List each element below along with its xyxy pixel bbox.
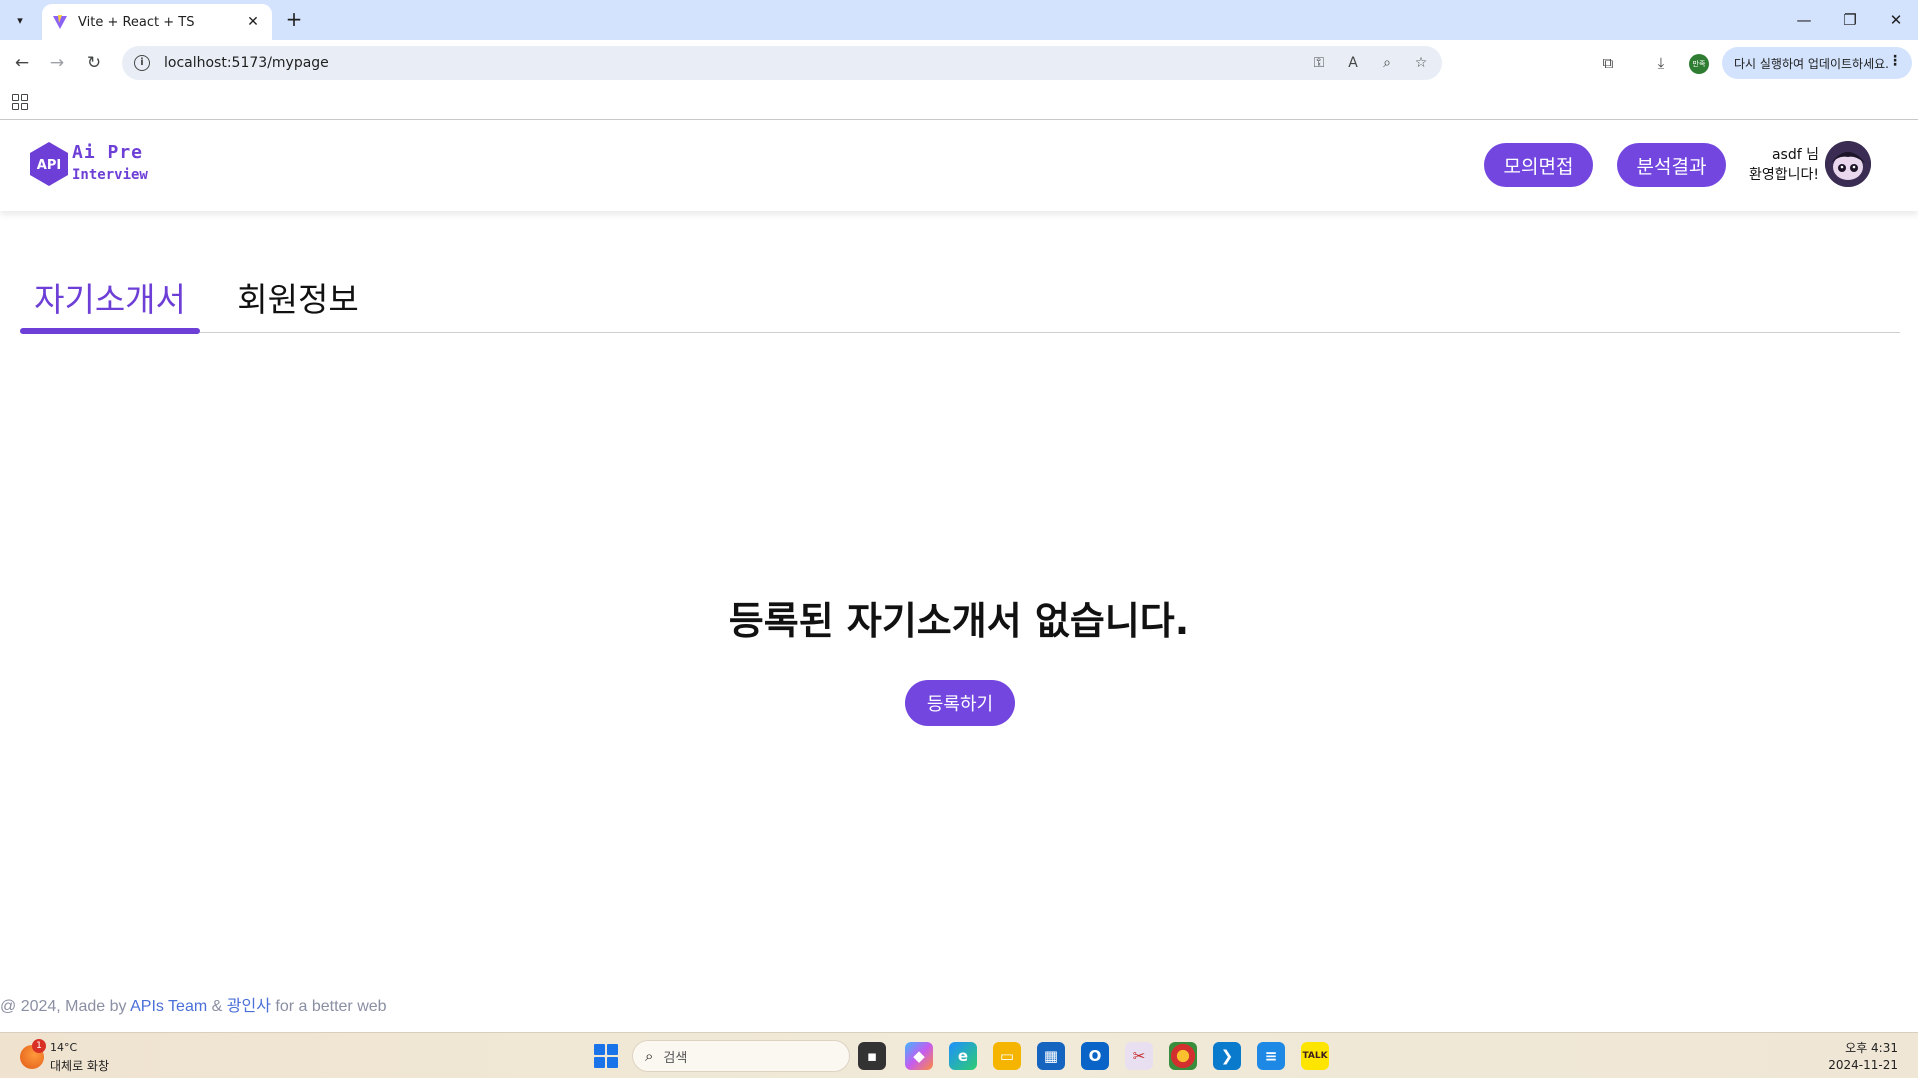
user-avatar[interactable] <box>1825 141 1871 187</box>
system-clock[interactable]: 오후 4:31 2024-11-21 <box>1828 1040 1898 1074</box>
bookmarks-bar <box>0 86 1918 120</box>
site-info-icon[interactable]: i <box>134 55 150 71</box>
download-icon[interactable]: ⤓ <box>1649 51 1673 75</box>
footer-amp: & <box>207 998 227 1015</box>
microsoft-store-icon[interactable]: ▦ <box>1037 1042 1065 1070</box>
url-text: localhost:5173/mypage <box>164 55 329 71</box>
back-button[interactable]: ← <box>8 49 36 77</box>
key-icon[interactable]: ⚿ <box>1308 52 1330 74</box>
snipping-tool-icon[interactable]: ✂ <box>1125 1042 1153 1070</box>
mypage-tabs: 자기소개서 회원정보 <box>20 258 1900 334</box>
copilot-icon[interactable]: ◆ <box>905 1042 933 1070</box>
browser-toolbar: ← → ↻ i localhost:5173/mypage ⚿ A ⌕ ☆ ⧉ … <box>0 40 1918 86</box>
welcome-message: asdf 님 환영합니다! <box>1745 145 1819 185</box>
update-button[interactable]: 다시 실행하여 업데이트하세요. ⋮ <box>1722 47 1912 79</box>
welcome-greeting: 환영합니다! <box>1748 167 1819 183</box>
logo-line-2: Interview <box>72 167 148 183</box>
kakaotalk-icon[interactable]: TALK <box>1301 1042 1329 1070</box>
weather-badge: 1 <box>32 1039 46 1053</box>
profile-avatar[interactable]: 만족 <box>1689 54 1709 74</box>
browser-tab-strip: ▾ Vite + React + TS ✕ + — ❐ ✕ <box>0 0 1918 40</box>
close-window-button[interactable]: ✕ <box>1874 6 1918 34</box>
weather-temperature[interactable]: 14°C <box>50 1041 77 1054</box>
translate-icon[interactable]: A <box>1342 52 1364 74</box>
footer-partner-link[interactable]: 광인사 <box>227 998 271 1015</box>
windows-start-icon[interactable] <box>594 1044 618 1068</box>
restore-button[interactable]: ❐ <box>1828 6 1872 34</box>
footer-prefix: @ 2024, Made by <box>0 998 131 1015</box>
notepad-icon[interactable]: ≡ <box>1257 1042 1285 1070</box>
mock-interview-button[interactable]: 모의면접 <box>1484 143 1593 187</box>
search-icon: ⌕ <box>645 1047 654 1065</box>
apps-grid-icon[interactable] <box>12 94 28 110</box>
analysis-result-button[interactable]: 분석결과 <box>1617 143 1726 187</box>
extensions-icon[interactable]: ⧉ <box>1596 51 1620 75</box>
welcome-username: asdf 님 <box>1771 147 1819 163</box>
reload-button[interactable]: ↻ <box>80 49 108 77</box>
footer-team-link[interactable]: APIs Team <box>130 998 207 1015</box>
site-header: API Ai Pre Interview 모의면접 분석결과 asdf 님 환영… <box>0 121 1918 211</box>
update-label: 다시 실행하여 업데이트하세요. <box>1734 56 1889 71</box>
forward-button[interactable]: → <box>43 49 71 77</box>
logo-wordmark: Ai Pre Interview <box>72 142 148 186</box>
taskbar-search[interactable]: ⌕ 검색 <box>632 1040 850 1072</box>
vite-favicon-icon <box>53 15 67 29</box>
site-footer: @ 2024, Made by APIs Team & 광인사 for a be… <box>0 992 387 1016</box>
vscode-icon[interactable]: ❯ <box>1213 1042 1241 1070</box>
outlook-icon[interactable]: O <box>1081 1042 1109 1070</box>
register-button[interactable]: 등록하기 <box>905 680 1015 726</box>
tab-search-chevron-icon[interactable]: ▾ <box>8 8 32 32</box>
logo-line-1: Ai Pre <box>72 142 144 163</box>
search-placeholder: 검색 <box>663 1050 688 1066</box>
logo-hexagon-icon: API <box>30 142 68 186</box>
edge-browser-icon[interactable]: e <box>949 1042 977 1070</box>
new-tab-button[interactable]: + <box>282 8 306 32</box>
footer-suffix: for a better web <box>270 998 387 1015</box>
logo-badge-text: API <box>37 158 61 173</box>
weather-description[interactable]: 대체로 화창 <box>50 1057 109 1074</box>
minimize-button[interactable]: — <box>1782 6 1826 34</box>
os-taskbar: 1 14°C 대체로 화창 ⌕ 검색 ▪ ◆ e ▭ ▦ O ✂ ❯ ≡ TAL… <box>0 1032 1918 1078</box>
chrome-icon[interactable] <box>1169 1042 1197 1070</box>
tab-self-introduction[interactable]: 자기소개서 <box>20 258 200 334</box>
tab-title: Vite + React + TS <box>78 14 195 30</box>
empty-state-message: 등록된 자기소개서 없습니다. <box>728 599 1190 643</box>
site-logo[interactable]: API Ai Pre Interview <box>28 141 148 187</box>
zoom-icon[interactable]: ⌕ <box>1376 52 1398 74</box>
menu-dots-icon[interactable]: ⋮ <box>1888 53 1902 69</box>
tab-close-icon[interactable]: ✕ <box>244 14 262 30</box>
bookmark-star-icon[interactable]: ☆ <box>1410 52 1432 74</box>
tab-member-info[interactable]: 회원정보 <box>208 258 388 333</box>
browser-tab[interactable]: Vite + React + TS ✕ <box>42 4 272 40</box>
avatar-character-icon <box>1825 141 1871 187</box>
file-explorer-icon[interactable]: ▭ <box>993 1042 1021 1070</box>
clock-date: 2024-11-21 <box>1828 1058 1898 1072</box>
clock-time: 오후 4:31 <box>1845 1041 1898 1055</box>
task-view-icon[interactable]: ▪ <box>858 1042 886 1070</box>
address-bar[interactable]: i localhost:5173/mypage ⚿ A ⌕ ☆ <box>122 46 1442 80</box>
